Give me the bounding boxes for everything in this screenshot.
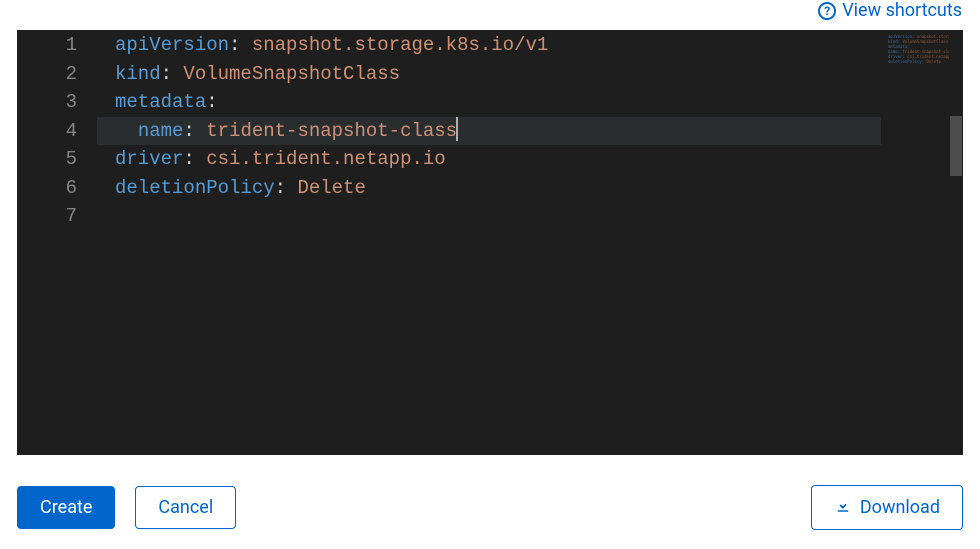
gutter-line-number: 6	[17, 174, 77, 203]
gutter-line-number: 5	[17, 145, 77, 174]
minimap-scrollbar-thumb[interactable]	[950, 116, 962, 176]
code-editor[interactable]: 1234567 apiVersion: snapshot.storage.k8s…	[17, 30, 963, 455]
gutter-line-number: 4	[17, 117, 77, 146]
code-line[interactable]: kind: VolumeSnapshotClass	[97, 60, 881, 89]
gutter-line-number: 7	[17, 202, 77, 231]
code-line[interactable]: apiVersion: snapshot.storage.k8s.io/v1	[97, 31, 881, 60]
create-button-label: Create	[40, 497, 92, 518]
download-button-label: Download	[860, 497, 940, 518]
download-button[interactable]: Download	[811, 485, 963, 530]
code-line[interactable]: name: trident-snapshot-class	[97, 117, 881, 146]
editor-code-area[interactable]: apiVersion: snapshot.storage.k8s.io/v1ki…	[97, 30, 881, 455]
cancel-button-label: Cancel	[158, 497, 213, 518]
editor-minimap[interactable]: apiVersion: snapshot.storage.k8s.io/v1ki…	[881, 30, 963, 455]
code-line[interactable]	[97, 202, 881, 231]
view-shortcuts-label: View shortcuts	[842, 0, 962, 21]
editor-cursor	[456, 117, 458, 141]
gutter-line-number: 2	[17, 60, 77, 89]
action-button-row: Create Cancel Download	[17, 485, 963, 530]
minimap-content: apiVersion: snapshot.storage.k8s.io/v1ki…	[888, 34, 957, 64]
view-shortcuts-link[interactable]: ? View shortcuts	[818, 0, 962, 21]
create-button[interactable]: Create	[17, 486, 115, 529]
gutter-line-number: 3	[17, 88, 77, 117]
code-line[interactable]: metadata:	[97, 88, 881, 117]
code-line[interactable]: deletionPolicy: Delete	[97, 174, 881, 203]
question-circle-icon: ?	[818, 2, 836, 20]
cancel-button[interactable]: Cancel	[135, 486, 236, 529]
code-line[interactable]: driver: csi.trident.netapp.io	[97, 145, 881, 174]
gutter-line-number: 1	[17, 31, 77, 60]
minimap-line: deletionPolicy: Delete	[888, 59, 957, 64]
download-icon	[834, 496, 852, 519]
editor-gutter: 1234567	[17, 30, 97, 455]
minimap-scrollbar-track[interactable]	[949, 30, 963, 455]
